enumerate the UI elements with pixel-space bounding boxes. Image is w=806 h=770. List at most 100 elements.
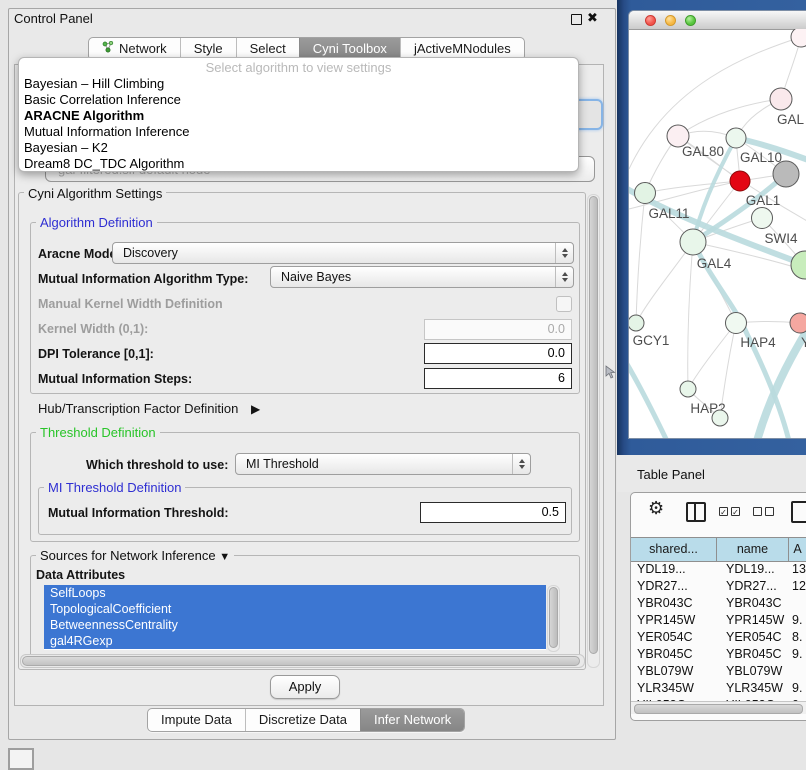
sources-group-title[interactable]: Sources for Network Inference ▼ — [36, 549, 234, 564]
table-hscrollbar[interactable] — [631, 701, 806, 714]
kernel-width-field[interactable]: 0.0 — [424, 319, 572, 340]
data-attributes-list: SelfLoops TopologicalCoefficient Between… — [44, 585, 546, 650]
table-panel-title: Table Panel — [637, 467, 705, 482]
network-node-unlabeled-gray[interactable] — [773, 161, 799, 187]
svg-text:Y: Y — [801, 335, 806, 350]
stepper-arrows-icon — [512, 454, 530, 474]
mi-threshold-label: Mutual Information Threshold: — [48, 506, 229, 520]
new-table-icon[interactable] — [791, 501, 806, 523]
zoom-window-icon[interactable] — [685, 15, 696, 26]
table-row[interactable]: YBR045CYBR045C9. — [631, 646, 806, 663]
aracne-mode-label: Aracne Mode: — [38, 247, 121, 261]
float-panel-icon[interactable] — [571, 14, 582, 25]
data-attributes-label: Data Attributes — [36, 568, 125, 582]
table-body: YDL19...YDL19...13 YDR27...YDR27...12 YB… — [631, 561, 806, 701]
network-node-unlabeled-green[interactable] — [791, 251, 806, 279]
tab-discretize-data[interactable]: Discretize Data — [245, 709, 360, 731]
column-header-name[interactable]: name — [717, 538, 789, 561]
attributes-vscrollbar[interactable] — [547, 585, 560, 652]
popup-item-bayesian-k2[interactable]: Bayesian – K2 — [19, 140, 578, 156]
network-node-unlabeled-top[interactable] — [791, 29, 806, 47]
which-threshold-value: MI Threshold — [246, 457, 319, 471]
screen: { "control_panel": { "title": "Control P… — [0, 0, 806, 762]
control-panel-title: Control Panel — [14, 11, 93, 26]
mi-threshold-field[interactable]: 0.5 — [420, 502, 566, 523]
table-row[interactable]: YDL19...YDL19...13 — [631, 561, 806, 578]
popup-item-dream8[interactable]: Dream8 DC_TDC Algorithm — [19, 156, 578, 172]
popup-prompt: Select algorithm to view settings — [19, 60, 578, 76]
mi-type-combo[interactable]: Naive Bayes — [270, 266, 574, 288]
algorithm-definition-title: Algorithm Definition — [36, 216, 157, 229]
aracne-mode-value: Discovery — [123, 246, 178, 260]
mi-threshold-group-title: MI Threshold Definition — [44, 481, 185, 494]
svg-text:GCY1: GCY1 — [633, 333, 670, 348]
mi-type-label: Mutual Information Algorithm Type: — [38, 272, 248, 286]
svg-text:SWI4: SWI4 — [764, 231, 797, 246]
tab-impute-data[interactable]: Impute Data — [148, 709, 245, 731]
svg-text:GAL: GAL — [777, 112, 805, 127]
columns-icon[interactable] — [686, 502, 706, 522]
attribute-item-betweennesscentrality[interactable]: BetweennessCentrality — [44, 617, 546, 633]
minimized-widget[interactable] — [8, 748, 34, 770]
svg-text:GAL80: GAL80 — [682, 144, 724, 159]
aracne-mode-combo[interactable]: Discovery — [112, 242, 574, 264]
collapsed-arrow-icon: ▶ — [251, 402, 260, 416]
apply-button[interactable]: Apply — [270, 675, 340, 699]
svg-text:GAL10: GAL10 — [740, 150, 782, 165]
attribute-item-gal4rgexp[interactable]: gal4RGexp — [44, 633, 546, 649]
settings-hscrollbar[interactable] — [20, 654, 585, 668]
table-panel-box: ⚙ ✓✓ shared... name A YDL19...YDL19...13… — [630, 492, 806, 721]
network-node-gal-partial[interactable]: GAL — [770, 88, 805, 127]
kernel-width-label: Kernel Width (0,1): — [38, 322, 148, 336]
popup-item-aracne[interactable]: ARACNE Algorithm — [19, 108, 578, 124]
network-node-gal80[interactable]: GAL80 — [667, 125, 724, 159]
minimize-window-icon[interactable] — [665, 15, 676, 26]
attribute-item-selfloops[interactable]: SelfLoops — [44, 585, 546, 601]
mi-type-value: Naive Bayes — [281, 270, 351, 284]
network-node-hap4[interactable]: HAP4 — [726, 313, 777, 351]
attribute-item-topologicalcoefficient[interactable]: TopologicalCoefficient — [44, 601, 546, 617]
network-canvas[interactable]: GAL GAL80 GAL10 GAL1 GAL11 — [629, 29, 806, 438]
which-threshold-label: Which threshold to use: — [86, 458, 228, 472]
deselect-all-checks-icon[interactable] — [753, 507, 774, 516]
popup-item-mutual-information[interactable]: Mutual Information Inference — [19, 124, 578, 140]
manual-kernel-checkbox[interactable] — [556, 296, 572, 312]
hub-section-toggle[interactable]: Hub/Transcription Factor Definition ▶ — [38, 401, 260, 416]
settings-vscrollbar[interactable] — [587, 194, 600, 668]
popup-item-bayesian-hill-climbing[interactable]: Bayesian – Hill Climbing — [19, 76, 578, 92]
svg-text:GAL4: GAL4 — [697, 256, 732, 271]
stepper-arrows-icon — [555, 267, 573, 287]
dpi-tolerance-field[interactable]: 0.0 — [424, 343, 572, 364]
select-all-checks-icon[interactable]: ✓✓ — [719, 507, 740, 516]
mi-steps-field[interactable]: 6 — [424, 368, 572, 389]
popup-item-basic-correlation[interactable]: Basic Correlation Inference — [19, 92, 578, 108]
column-header-shared[interactable]: shared... — [631, 538, 717, 561]
table-row[interactable]: YER054CYER054C8. — [631, 629, 806, 646]
table-row[interactable]: YBR043CYBR043C — [631, 595, 806, 612]
bottom-tabbar: Impute Data Discretize Data Infer Networ… — [147, 708, 465, 732]
network-view-window[interactable]: GAL GAL80 GAL10 GAL1 GAL11 — [628, 10, 806, 439]
column-header-partial[interactable]: A — [789, 538, 806, 561]
which-threshold-combo[interactable]: MI Threshold — [235, 453, 531, 475]
table-row[interactable]: YPR145WYPR145W9. — [631, 612, 806, 629]
network-node-gcy1[interactable]: GCY1 — [629, 315, 669, 348]
pane-resize-cursor — [604, 365, 616, 381]
gear-icon[interactable]: ⚙ — [648, 499, 664, 517]
network-window-titlebar[interactable] — [629, 11, 806, 30]
table-row[interactable]: YBL079WYBL079W — [631, 663, 806, 680]
close-window-icon[interactable] — [645, 15, 656, 26]
table-row[interactable]: YDR27...YDR27...12 — [631, 578, 806, 595]
algorithm-dropdown-popup: Select algorithm to view settings Bayesi… — [18, 57, 579, 172]
close-panel-icon[interactable]: ✖ — [587, 10, 598, 26]
svg-text:GAL11: GAL11 — [648, 206, 689, 221]
network-node-unlabeled-bottom[interactable] — [712, 410, 728, 426]
cyni-algorithm-settings-title: Cyni Algorithm Settings — [24, 187, 166, 200]
table-header-row: shared... name A — [631, 537, 806, 562]
mi-steps-label: Mutual Information Steps: — [38, 372, 192, 386]
tab-infer-network[interactable]: Infer Network — [360, 709, 464, 731]
stepper-arrows-icon — [555, 243, 573, 263]
table-row[interactable]: YLR345WYLR345W9. — [631, 680, 806, 697]
manual-kernel-label: Manual Kernel Width Definition — [38, 297, 223, 311]
dpi-tolerance-label: DPI Tolerance [0,1]: — [38, 347, 154, 361]
network-node-swi4[interactable]: SWI4 — [752, 208, 798, 247]
